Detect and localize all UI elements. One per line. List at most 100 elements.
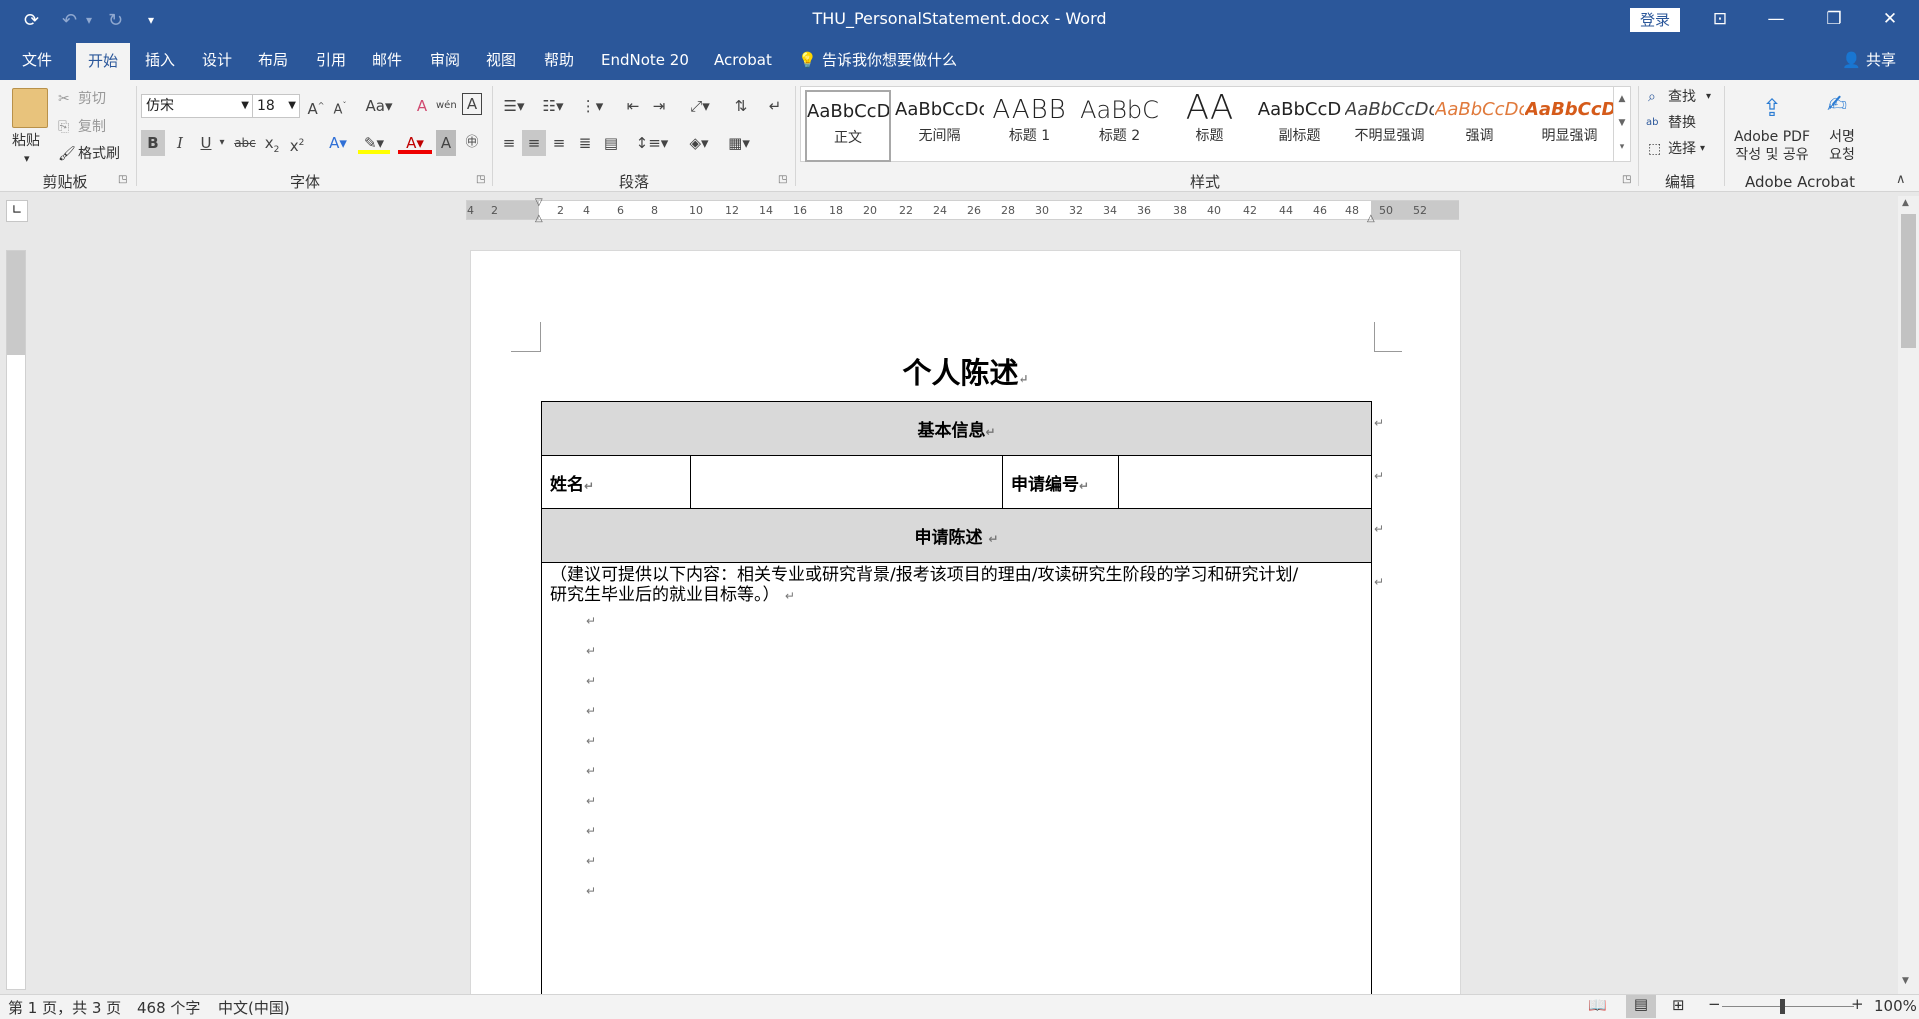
character-border-icon[interactable]: A — [462, 93, 482, 115]
style-heading-1[interactable]: AABB 标题 1 — [985, 90, 1074, 162]
text-effects-icon[interactable]: A▾ — [323, 130, 353, 156]
tab-mailings[interactable]: 邮件 — [372, 40, 402, 80]
paste-icon[interactable] — [12, 88, 48, 128]
clear-format-icon[interactable]: A — [412, 93, 432, 119]
zoom-out-icon[interactable]: − — [1708, 995, 1721, 1013]
tab-layout[interactable]: 布局 — [258, 40, 288, 80]
statement-header[interactable]: 申请陈述 ↵ — [541, 508, 1372, 563]
superscript-icon[interactable]: x2 — [287, 130, 307, 156]
zoom-level[interactable]: 100% — [1874, 997, 1917, 1015]
show-marks-icon[interactable]: ↵ — [764, 93, 786, 119]
scrollbar-thumb[interactable] — [1901, 214, 1916, 348]
style-normal[interactable]: AaBbCcDc 正文 — [805, 90, 891, 162]
underline-dropdown-icon[interactable]: ▾ — [216, 130, 228, 156]
collapse-ribbon-icon[interactable]: ∧ — [1896, 172, 1906, 187]
phonetic-guide-icon[interactable]: wén — [436, 93, 457, 119]
scroll-up-icon[interactable]: ▲ — [1902, 198, 1909, 208]
chevron-down-icon[interactable]: ▾ — [1706, 86, 1711, 108]
line-spacing-icon[interactable]: ↕≡▾ — [634, 130, 670, 156]
document-heading[interactable]: 个人陈述↵ — [470, 350, 1461, 392]
shrink-font-icon[interactable]: Aˇ — [330, 93, 350, 119]
tab-acrobat[interactable]: Acrobat — [714, 40, 772, 80]
share-icon[interactable]: 👤 — [1842, 40, 1861, 80]
bullets-icon[interactable]: ☰▾ — [498, 93, 530, 119]
replace-button[interactable]: 替换 — [1668, 112, 1696, 134]
tab-help[interactable]: 帮助 — [544, 40, 574, 80]
name-label-cell[interactable]: 姓名↵ — [541, 455, 691, 509]
minimize-icon[interactable]: — — [1746, 0, 1806, 40]
close-icon[interactable]: ✕ — [1860, 0, 1919, 40]
paragraph-launcher-icon[interactable]: ◳ — [778, 174, 787, 185]
right-indent-icon[interactable]: △ — [1367, 213, 1375, 224]
format-painter-button[interactable]: 格式刷 — [78, 143, 120, 165]
style-subtitle[interactable]: AaBbCcD 副标题 — [1255, 90, 1344, 162]
request-sign-button[interactable]: 서명 요청 — [1818, 128, 1866, 164]
customize-toolbar-icon[interactable]: ▾ — [148, 0, 154, 40]
cut-button[interactable]: 剪切 — [78, 88, 106, 110]
font-color-icon[interactable]: A▾ — [398, 130, 432, 154]
tab-file[interactable]: 文件 — [22, 40, 52, 80]
print-layout-icon[interactable]: ▤ — [1626, 995, 1656, 1018]
tab-design[interactable]: 设计 — [202, 40, 232, 80]
font-name-combo[interactable]: 仿宋 ▼ — [141, 94, 253, 118]
character-shading-icon[interactable]: A — [436, 130, 456, 156]
tab-view[interactable]: 视图 — [486, 40, 516, 80]
language-indicator[interactable]: 中文(中国) — [218, 997, 290, 1018]
style-intense-emphasis[interactable]: AaBbCcDc 明显强调 — [1525, 90, 1614, 162]
tab-review[interactable]: 审阅 — [430, 40, 460, 80]
redo-icon[interactable]: ↻ — [108, 0, 123, 40]
zoom-slider[interactable] — [1722, 1006, 1854, 1007]
style-no-spacing[interactable]: AaBbCcDc 无间隔 — [895, 90, 984, 162]
basic-info-header[interactable]: 基本信息↵ — [541, 401, 1372, 456]
tell-me-input[interactable]: 告诉我你想要做什么 — [822, 40, 957, 80]
statement-body-cell[interactable]: （建议可提供以下内容：相关专业或研究背景/报考该项目的理由/攻读研究生阶段的学习… — [541, 562, 1372, 1003]
tab-references[interactable]: 引用 — [316, 40, 346, 80]
style-title[interactable]: AA 标题 — [1165, 90, 1254, 162]
multilevel-list-icon[interactable]: ⋮▾ — [576, 93, 608, 119]
read-mode-icon[interactable]: 📖 — [1588, 996, 1607, 1014]
first-line-indent-icon[interactable]: ▽ — [535, 197, 543, 208]
share-button[interactable]: 共享 — [1866, 40, 1896, 80]
word-count[interactable]: 468 个字 — [137, 997, 200, 1018]
chevron-down-icon[interactable]: ▾ — [1700, 138, 1705, 160]
undo-dropdown-icon[interactable]: ▾ — [86, 0, 92, 40]
statement-table[interactable]: 基本信息↵ 姓名↵ 申请编号↵ 申请陈述 ↵ （建议可提供以下内容：相关专业或研… — [541, 401, 1372, 1003]
find-button[interactable]: 查找 — [1668, 86, 1696, 108]
paste-dropdown-icon[interactable]: ▾ — [24, 148, 30, 170]
app-no-value-cell[interactable] — [1118, 455, 1372, 509]
vertical-scrollbar[interactable]: ▲ ▼ — [1898, 196, 1919, 994]
subscript-icon[interactable]: x2 — [262, 130, 282, 156]
font-launcher-icon[interactable]: ◳ — [476, 174, 485, 185]
gallery-scroll[interactable]: ▲ ▼ ▾ — [1613, 87, 1630, 161]
sort-icon[interactable]: ⇅ — [730, 93, 752, 119]
autosave-icon[interactable]: ⟳ — [24, 0, 39, 40]
distributed-icon[interactable]: ▤ — [600, 130, 622, 156]
create-pdf-button[interactable]: Adobe PDF 작성 및 공유 — [1730, 128, 1814, 164]
pdf-share-icon[interactable]: ⇪ — [1762, 94, 1782, 122]
justify-icon[interactable]: ≣ — [574, 130, 596, 156]
style-emphasis[interactable]: AaBbCcDc 强调 — [1435, 90, 1524, 162]
tab-insert[interactable]: 插入 — [145, 40, 175, 80]
bold-icon[interactable]: B — [141, 130, 165, 156]
web-layout-icon[interactable]: ⊞ — [1672, 996, 1685, 1014]
tab-home[interactable]: 开始 — [76, 43, 131, 80]
highlight-icon[interactable]: ✎▾ — [358, 130, 390, 154]
borders-icon[interactable]: ▦▾ — [722, 130, 756, 156]
ribbon-display-icon[interactable]: ⊡ — [1690, 0, 1750, 40]
zoom-slider-thumb[interactable] — [1780, 999, 1785, 1014]
clipboard-launcher-icon[interactable]: ◳ — [118, 174, 127, 185]
change-case-icon[interactable]: Aa▾ — [362, 93, 396, 119]
horizontal-ruler[interactable]: 4 2 2 4 6 8 10 12 14 16 18 20 22 24 26 28 30 32 34 36 38 40 42… — [466, 197, 1459, 224]
name-value-cell[interactable] — [690, 455, 1003, 509]
align-right-icon[interactable]: ≡ — [548, 130, 570, 156]
scroll-down-icon[interactable]: ▼ — [1902, 976, 1909, 986]
decrease-indent-icon[interactable]: ⇤ — [622, 93, 644, 119]
shading-icon[interactable]: ◈▾ — [682, 130, 716, 156]
increase-indent-icon[interactable]: ⇥ — [648, 93, 670, 119]
select-button[interactable]: 选择 — [1668, 138, 1696, 160]
chinese-layout-icon[interactable]: ⤢▾ — [684, 93, 716, 119]
restore-icon[interactable]: ❐ — [1804, 0, 1864, 40]
underline-icon[interactable]: U — [196, 130, 216, 156]
enclose-characters-icon[interactable]: ㊥ — [462, 130, 482, 156]
font-size-combo[interactable]: 18 ▼ — [252, 94, 300, 118]
